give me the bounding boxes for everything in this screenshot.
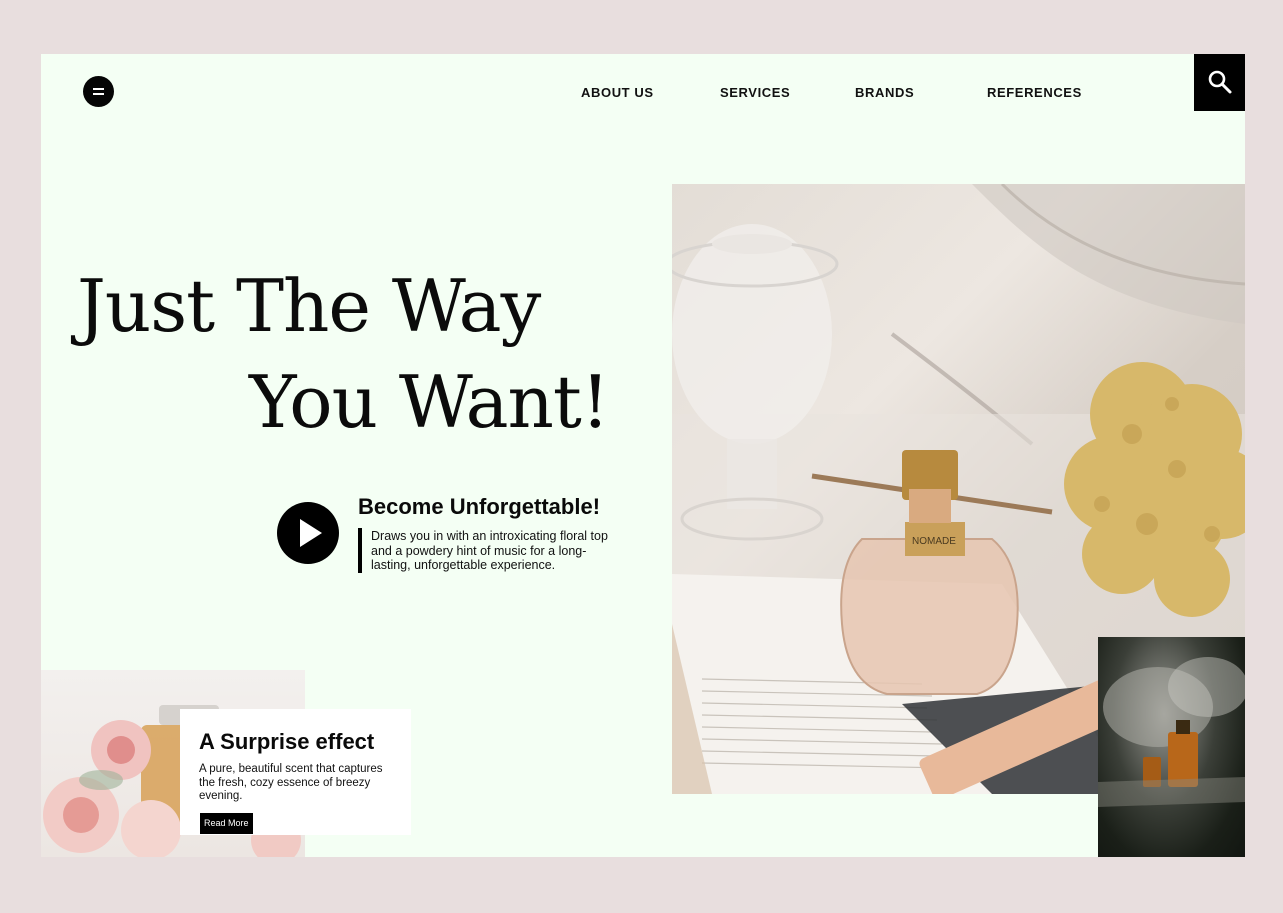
play-icon (300, 519, 322, 547)
surprise-card: A Surprise effect A pure, beautiful scen… (180, 709, 411, 835)
nav-about-us[interactable]: ABOUT US (581, 85, 654, 100)
hero-card: ABOUT US SERVICES BRANDS REFERENCES Just… (41, 54, 1245, 857)
side-scene (1098, 657, 1245, 807)
search-icon (1208, 70, 1232, 94)
nav-services[interactable]: SERVICES (720, 85, 790, 100)
hero-headline-line2: You Want! (249, 360, 610, 444)
nav-references[interactable]: REFERENCES (987, 85, 1082, 100)
feature-description: Draws you in with an introxicating flora… (371, 529, 608, 572)
menu-icon[interactable] (83, 76, 114, 107)
read-more-button[interactable]: Read More (200, 813, 253, 834)
feature-divider (358, 528, 362, 573)
product-label: NOMADE (912, 536, 956, 547)
search-button[interactable] (1194, 54, 1245, 111)
hero-headline-line1: Just The Way (77, 264, 541, 348)
feature-title: Become Unforgettable! (358, 494, 601, 519)
surprise-description: A pure, beautiful scent that captures th… (199, 763, 383, 802)
play-button[interactable] (277, 502, 339, 564)
surprise-title: A Surprise effect (199, 729, 375, 754)
nav-brands[interactable]: BRANDS (855, 85, 914, 100)
side-perfume-photo (1098, 637, 1245, 857)
